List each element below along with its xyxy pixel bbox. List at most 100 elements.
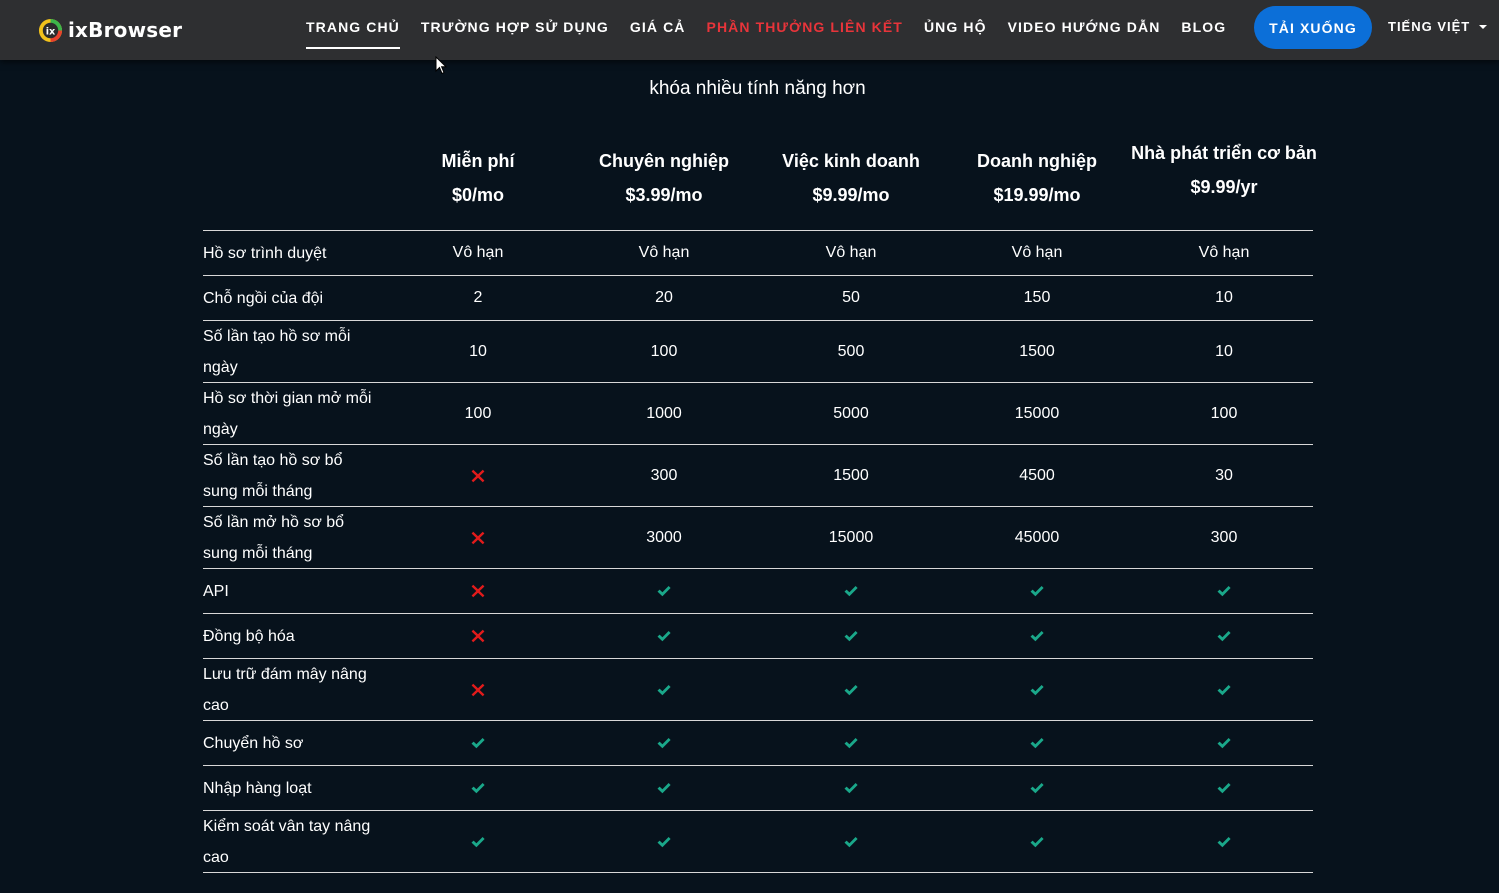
- pricing-subtitle: khóa nhiều tính năng hơn: [649, 78, 866, 99]
- feature-value-cell: 5000: [833, 404, 869, 422]
- table-row: Kiểm soát vân tay nâng cao: [203, 811, 1313, 873]
- logo[interactable]: ix ixBrowser: [38, 17, 182, 43]
- check-icon: [844, 684, 858, 695]
- table-row: Chỗ ngồi của đội 2 20 50 150 10: [203, 276, 1313, 321]
- feature-value-cell: Vô hạn: [825, 244, 877, 261]
- feature-included-cell: [944, 766, 1130, 810]
- feature-included-cell: [944, 721, 1130, 765]
- feature-value-cell: 10: [469, 342, 487, 360]
- plan-price: $3.99/mo: [625, 185, 703, 205]
- feature-label: API: [203, 582, 229, 600]
- check-icon: [1217, 631, 1231, 642]
- check-icon: [657, 586, 671, 597]
- nav-item-use-cases[interactable]: TRƯỜNG HỢP SỬ DỤNG: [421, 0, 609, 50]
- language-label: TIẾNG VIỆT: [1388, 19, 1471, 34]
- feature-label: Chuyển hồ sơ: [203, 734, 304, 752]
- download-button[interactable]: TẢI XUỐNG: [1254, 6, 1372, 49]
- feature-value-cell: Vô hạn: [1198, 244, 1250, 261]
- feature-value-cell: 3000: [646, 528, 682, 546]
- table-row: Số lần tạo hồ sơ mỗi ngày 10 100 500 1500 10: [203, 321, 1313, 383]
- check-icon: [1030, 684, 1044, 695]
- feature-value-cell: 100: [650, 342, 678, 360]
- cross-icon: [471, 531, 485, 544]
- feature-label: Lưu trữ đám mây nâng cao: [203, 665, 367, 714]
- check-icon: [1030, 836, 1044, 847]
- plan-name: Doanh nghiệp: [977, 151, 1097, 171]
- plan-header-developer: Nhà phát triển cơ bản $9.99/yr: [1131, 136, 1317, 204]
- plan-name: Nhà phát triển cơ bản: [1131, 143, 1317, 163]
- check-icon: [844, 836, 858, 847]
- feature-value-cell: Vô hạn: [638, 244, 690, 261]
- feature-value-cell: 15000: [1014, 404, 1060, 422]
- feature-included-cell: [1131, 766, 1317, 810]
- check-icon: [1217, 684, 1231, 695]
- feature-label: Hồ sơ thời gian mở mỗi ngày: [203, 389, 372, 438]
- feature-included-cell: [385, 811, 571, 872]
- mouse-cursor-icon: [435, 56, 447, 75]
- check-icon: [471, 836, 485, 847]
- feature-included-cell: [758, 811, 944, 872]
- top-navbar: ix ixBrowser TRANG CHỦ TRƯỜNG HỢP SỬ DỤN…: [0, 0, 1499, 60]
- feature-included-cell: [944, 569, 1130, 613]
- nav-item-home[interactable]: TRANG CHỦ: [306, 0, 400, 50]
- language-selector[interactable]: TIẾNG VIỆT: [1388, 19, 1488, 34]
- feature-value-cell: Vô hạn: [452, 244, 504, 261]
- feature-included-cell: [758, 569, 944, 613]
- feature-value-cell: 1500: [833, 466, 869, 484]
- nav-item-support[interactable]: ỦNG HỘ: [924, 0, 987, 50]
- feature-included-cell: [571, 659, 757, 720]
- caret-down-icon: [1479, 24, 1488, 29]
- check-icon: [1030, 586, 1044, 597]
- feature-value-cell: 4500: [1019, 466, 1055, 484]
- cross-icon: [471, 629, 485, 643]
- feature-included-cell: [385, 721, 571, 765]
- feature-label: Chỗ ngồi của đội: [203, 289, 324, 307]
- feature-value-cell: 1500: [1019, 342, 1055, 360]
- feature-included-cell: [1131, 721, 1317, 765]
- check-icon: [657, 836, 671, 847]
- plan-header-pro: Chuyên nghiệp $3.99/mo: [571, 144, 757, 212]
- feature-excluded-cell: [385, 569, 571, 613]
- feature-excluded-cell: [385, 507, 571, 568]
- check-icon: [1217, 738, 1231, 749]
- table-row: Đồng bộ hóa: [203, 614, 1313, 659]
- feature-value-cell: 500: [837, 342, 865, 360]
- feature-included-cell: [758, 614, 944, 658]
- feature-included-cell: [758, 659, 944, 720]
- feature-value-cell: 300: [650, 466, 678, 484]
- feature-value-cell: 30: [1215, 466, 1233, 484]
- nav-item-tutorials[interactable]: VIDEO HƯỚNG DẪN: [1008, 0, 1161, 50]
- feature-value-cell: Vô hạn: [1011, 244, 1063, 261]
- plan-name: Miễn phí: [441, 151, 515, 171]
- check-icon: [657, 783, 671, 794]
- nav-item-affiliate[interactable]: PHẦN THƯỞNG LIÊN KẾT: [707, 0, 903, 50]
- check-icon: [657, 631, 671, 642]
- feature-value-cell: 20: [655, 289, 673, 306]
- feature-value-cell: 15000: [828, 528, 874, 546]
- logo-text: ixBrowser: [68, 18, 183, 42]
- check-icon: [844, 738, 858, 749]
- svg-text:ix: ix: [46, 26, 56, 37]
- feature-label: Số lần mở hồ sơ bổ sung mỗi tháng: [203, 513, 345, 562]
- feature-included-cell: [1131, 811, 1317, 872]
- check-icon: [1217, 836, 1231, 847]
- check-icon: [1217, 783, 1231, 794]
- feature-value-cell: 100: [1210, 404, 1238, 422]
- table-row: Chuyển hồ sơ: [203, 721, 1313, 766]
- feature-included-cell: [1131, 659, 1317, 720]
- plan-name: Việc kinh doanh: [782, 151, 920, 171]
- feature-label: Đồng bộ hóa: [203, 627, 295, 645]
- feature-value-cell: 10: [1215, 342, 1233, 360]
- table-row: API: [203, 569, 1313, 614]
- feature-included-cell: [758, 721, 944, 765]
- nav-item-pricing[interactable]: GIÁ CẢ: [630, 0, 686, 50]
- feature-excluded-cell: [385, 614, 571, 658]
- feature-value-cell: 1000: [646, 404, 682, 422]
- check-icon: [471, 738, 485, 749]
- feature-label: Hồ sơ trình duyệt: [203, 244, 327, 262]
- nav-item-blog[interactable]: BLOG: [1181, 0, 1226, 50]
- table-row: Số lần mở hồ sơ bổ sung mỗi tháng 3000 150…: [203, 507, 1313, 569]
- feature-included-cell: [571, 811, 757, 872]
- check-icon: [844, 586, 858, 597]
- plan-header-enterprise: Doanh nghiệp $19.99/mo: [944, 144, 1130, 212]
